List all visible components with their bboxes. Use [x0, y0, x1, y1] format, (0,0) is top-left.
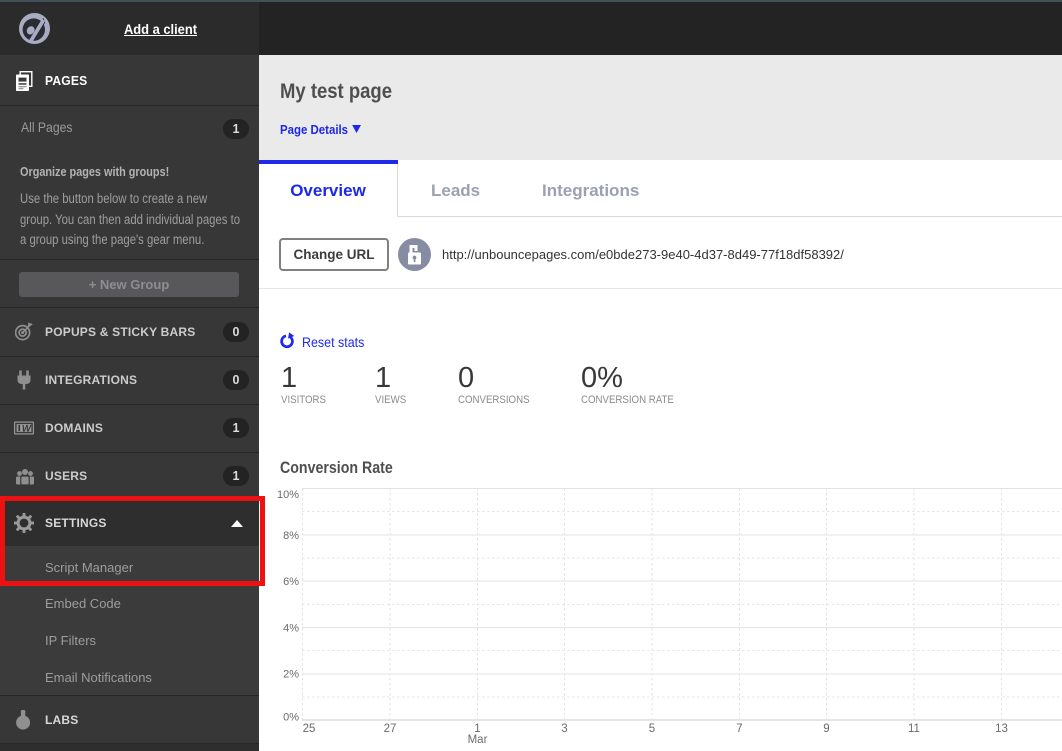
svg-text:13: 13	[995, 723, 1008, 735]
svg-text:8%: 8%	[283, 530, 299, 542]
svg-text:2%: 2%	[283, 669, 299, 681]
svg-text:0%: 0%	[283, 712, 299, 724]
svg-text:25: 25	[303, 723, 316, 735]
svg-text:Mar: Mar	[468, 734, 488, 746]
svg-text:9: 9	[823, 723, 829, 735]
svg-text:10%: 10%	[277, 489, 299, 501]
svg-text:6%: 6%	[283, 576, 299, 588]
svg-text:27: 27	[384, 723, 397, 735]
svg-text:7: 7	[736, 723, 742, 735]
svg-text:11: 11	[908, 723, 920, 735]
svg-text:5: 5	[649, 723, 655, 735]
svg-text:W: W	[21, 424, 31, 435]
svg-text:4%: 4%	[283, 622, 299, 634]
svg-text:3: 3	[561, 723, 567, 735]
